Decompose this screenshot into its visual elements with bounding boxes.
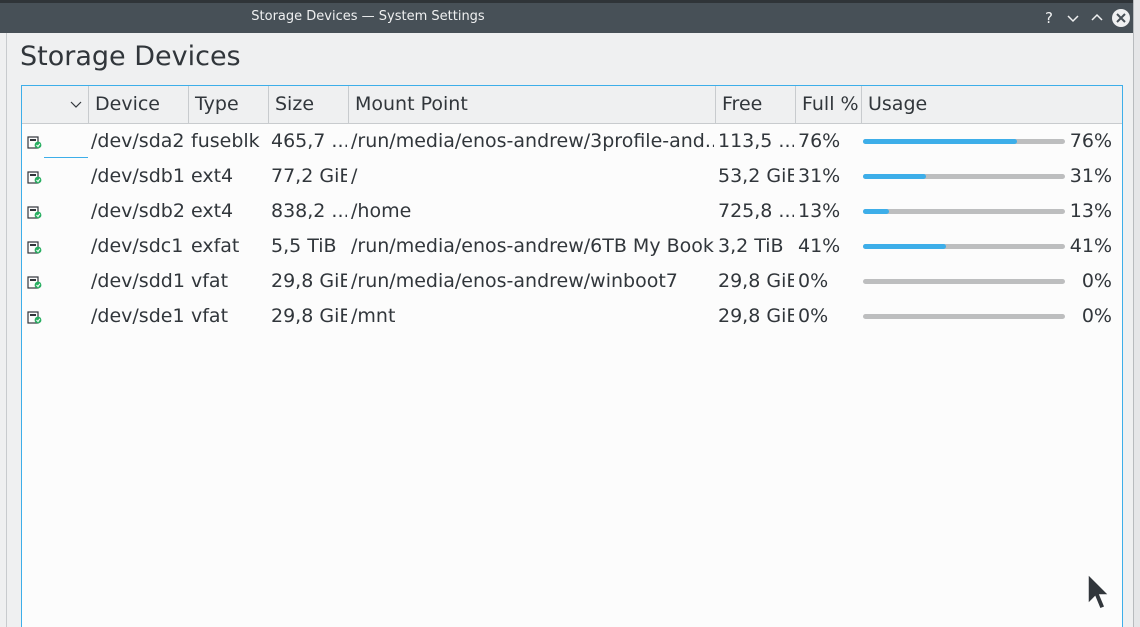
cell-size: 77,2 GiB bbox=[271, 165, 347, 187]
cell-full-percent: 41% bbox=[798, 235, 841, 257]
cell-full-percent: 13% bbox=[798, 200, 841, 222]
drive-harddisk-icon bbox=[27, 311, 42, 324]
cell-full-percent: 0% bbox=[798, 270, 829, 292]
cell-device: /dev/sdc1 bbox=[91, 235, 184, 257]
window-title: Storage Devices — System Settings bbox=[251, 9, 485, 24]
page-title: Storage Devices bbox=[20, 41, 241, 72]
cell-type: fuseblk bbox=[191, 130, 260, 152]
cell-device: /dev/sdb1 bbox=[91, 165, 185, 187]
cell-free: 113,5 ... bbox=[718, 130, 794, 152]
cell-device: /dev/sda2 bbox=[91, 130, 185, 152]
close-icon bbox=[1116, 13, 1126, 23]
table-row[interactable]: /dev/sde1 vfat 29,8 GiB/mnt 29,8 GiB 0% 0% bbox=[22, 299, 1122, 334]
cell-free: 53,2 GiB bbox=[718, 165, 794, 187]
cell-mount-point: /run/media/enos-andrew/3profile-and... bbox=[351, 130, 714, 152]
page-body: Storage Devices Device Type Size Mount P… bbox=[6, 33, 1133, 627]
table-row[interactable]: /dev/sda2 fuseblk 465,7 .../run/media/enos… bbox=[22, 124, 1122, 159]
usage-bar-fill bbox=[863, 174, 926, 179]
usage-percent-label: 76% bbox=[1069, 130, 1112, 152]
drive-harddisk-icon bbox=[27, 206, 42, 219]
table-row[interactable]: /dev/sdd1 vfat 29,8 GiB/run/media/enos-and… bbox=[22, 264, 1122, 299]
background-window-edge bbox=[1133, 0, 1140, 627]
cell-mount-point: /run/media/enos-andrew/winboot7 bbox=[351, 270, 678, 292]
cell-type: ext4 bbox=[191, 200, 234, 222]
cell-mount-point: /home bbox=[351, 200, 412, 222]
drive-harddisk-icon bbox=[27, 241, 42, 254]
usage-bar-fill bbox=[863, 209, 889, 214]
cell-full-percent: 76% bbox=[798, 130, 841, 152]
table-header: Device Type Size Mount Point Free Full %… bbox=[22, 86, 1122, 124]
drive-harddisk-icon bbox=[27, 136, 42, 149]
system-settings-window: Storage Devices — System Settings ? Stor… bbox=[0, 0, 1133, 627]
usage-bar bbox=[863, 139, 1065, 144]
cell-type: vfat bbox=[191, 270, 229, 292]
help-button[interactable]: ? bbox=[1039, 8, 1059, 28]
cell-size: 29,8 GiB bbox=[271, 305, 347, 327]
table-row[interactable]: /dev/sdc1 exfat 5,5 TiB/run/media/enos-and… bbox=[22, 229, 1122, 264]
usage-percent-label: 0% bbox=[1081, 305, 1112, 327]
cell-mount-point: /mnt bbox=[351, 305, 396, 327]
column-header-mount-point[interactable]: Mount Point bbox=[349, 86, 716, 123]
cell-mount-point: /run/media/enos-andrew/6TB My Book bbox=[351, 235, 714, 257]
usage-bar-fill bbox=[863, 244, 946, 249]
column-header-full-percent[interactable]: Full % bbox=[796, 86, 862, 123]
column-header-usage[interactable]: Usage bbox=[862, 86, 1122, 123]
usage-bar bbox=[863, 314, 1065, 319]
table-row[interactable]: /dev/sdb2 ext4 838,2 .../home 725,8 ... 13% 1… bbox=[22, 194, 1122, 229]
usage-percent-label: 0% bbox=[1081, 270, 1112, 292]
cell-free: 29,8 GiB bbox=[718, 305, 794, 327]
drive-harddisk-icon bbox=[27, 276, 42, 289]
title-bar[interactable]: Storage Devices — System Settings ? bbox=[0, 0, 1133, 33]
cell-free: 3,2 TiB bbox=[718, 235, 784, 257]
column-header-icon[interactable] bbox=[22, 86, 89, 123]
table-row[interactable]: /dev/sdb1 ext4 77,2 GiB/53,2 GiB 31% 31% bbox=[22, 159, 1122, 194]
usage-bar-fill bbox=[863, 139, 1017, 144]
usage-bar bbox=[863, 244, 1065, 249]
usage-bar bbox=[863, 209, 1065, 214]
cell-device: /dev/sdb2 bbox=[91, 200, 185, 222]
sort-chevron-down-icon bbox=[70, 101, 82, 108]
usage-percent-label: 13% bbox=[1069, 200, 1112, 222]
mouse-cursor-icon bbox=[1087, 572, 1111, 610]
cell-mount-point: / bbox=[351, 165, 358, 187]
column-header-device[interactable]: Device bbox=[89, 86, 189, 123]
usage-percent-label: 31% bbox=[1069, 165, 1112, 187]
focus-indicator bbox=[44, 157, 88, 158]
cell-device: /dev/sdd1 bbox=[91, 270, 185, 292]
cell-full-percent: 31% bbox=[798, 165, 841, 187]
cell-type: ext4 bbox=[191, 165, 234, 187]
cell-size: 29,8 GiB bbox=[271, 270, 347, 292]
cell-size: 465,7 ... bbox=[271, 130, 347, 152]
usage-percent-label: 41% bbox=[1069, 235, 1112, 257]
cell-size: 5,5 TiB bbox=[271, 235, 337, 257]
cell-type: vfat bbox=[191, 305, 229, 327]
minimize-button[interactable] bbox=[1063, 8, 1083, 28]
storage-devices-table[interactable]: Device Type Size Mount Point Free Full %… bbox=[21, 85, 1123, 627]
chevron-up-icon bbox=[1091, 13, 1103, 21]
cell-size: 838,2 ... bbox=[271, 200, 347, 222]
cell-free: 29,8 GiB bbox=[718, 270, 794, 292]
chevron-down-icon bbox=[1067, 15, 1079, 23]
column-header-size[interactable]: Size bbox=[269, 86, 349, 123]
cell-type: exfat bbox=[191, 235, 240, 257]
maximize-button[interactable] bbox=[1087, 8, 1107, 28]
cell-device: /dev/sde1 bbox=[91, 305, 185, 327]
cell-full-percent: 0% bbox=[798, 305, 829, 327]
usage-bar bbox=[863, 174, 1065, 179]
drive-harddisk-icon bbox=[27, 171, 42, 184]
usage-bar bbox=[863, 279, 1065, 284]
close-button[interactable] bbox=[1112, 9, 1130, 27]
column-header-type[interactable]: Type bbox=[189, 86, 269, 123]
cell-free: 725,8 ... bbox=[718, 200, 794, 222]
column-header-free[interactable]: Free bbox=[716, 86, 796, 123]
